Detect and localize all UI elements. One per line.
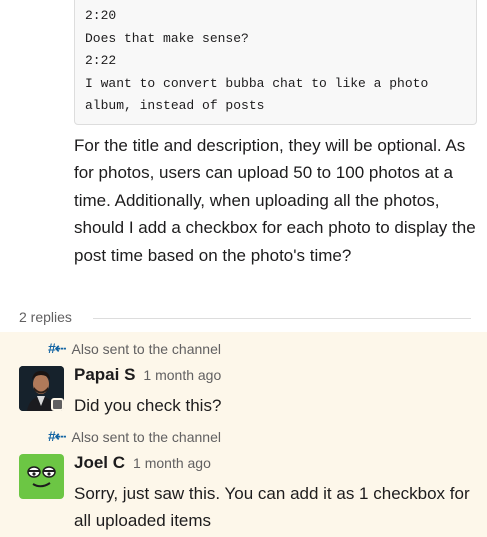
sender-name[interactable]: Joel C xyxy=(74,453,125,473)
also-sent-indicator[interactable]: #⇠ Also sent to the channel xyxy=(48,428,221,445)
code-line: I want to convert bubba chat to like a p… xyxy=(85,75,429,91)
timestamp[interactable]: 1 month ago xyxy=(133,455,211,471)
timestamp[interactable]: 1 month ago xyxy=(143,367,221,383)
reply-text: Sorry, just saw this. You can add it as … xyxy=(74,484,470,530)
replies-divider xyxy=(93,318,471,319)
message-header: Joel C 1 month ago xyxy=(74,453,211,473)
also-sent-label: Also sent to the channel xyxy=(71,428,221,445)
reply-message[interactable]: #⇠ Also sent to the channel Joel C 1 mon… xyxy=(0,420,487,537)
code-block: 2:20 Does that make sense? 2:22 I want t… xyxy=(74,0,477,125)
code-line: 2:22 xyxy=(85,53,117,68)
message-header: Papai S 1 month ago xyxy=(74,365,221,385)
hash-arrow-icon: #⇠ xyxy=(48,428,67,444)
replies-count[interactable]: 2 replies xyxy=(19,309,72,325)
presence-away-icon xyxy=(51,398,64,411)
avatar-cartoon xyxy=(19,454,64,499)
also-sent-label: Also sent to the channel xyxy=(71,340,221,357)
code-line: album, instead of posts xyxy=(85,98,265,113)
also-sent-indicator[interactable]: #⇠ Also sent to the channel xyxy=(48,340,221,357)
message-text: For the title and description, they will… xyxy=(74,136,476,265)
reply-message[interactable]: #⇠ Also sent to the channel Papai S 1 mo… xyxy=(0,332,487,420)
hash-arrow-icon: #⇠ xyxy=(48,340,67,356)
thread-replies-row: 2 replies xyxy=(0,307,487,329)
code-line: Does that make sense? xyxy=(85,30,249,46)
code-line: 2:20 xyxy=(85,8,117,23)
avatar[interactable] xyxy=(19,454,64,499)
sender-name[interactable]: Papai S xyxy=(74,365,135,385)
reply-text: Did you check this? xyxy=(74,396,222,415)
